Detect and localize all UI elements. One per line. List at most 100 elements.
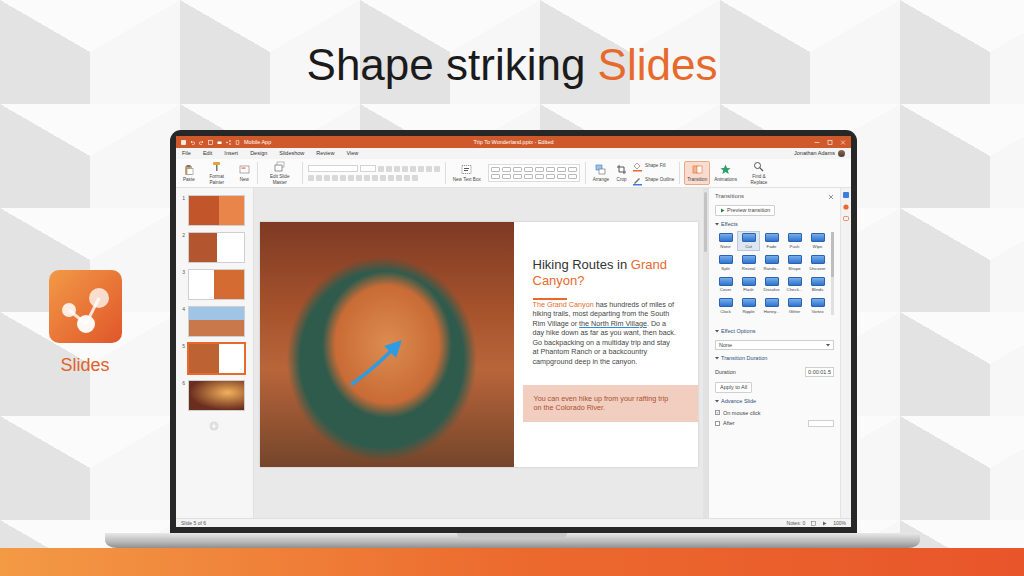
thumbnail-picture[interactable]	[188, 232, 245, 263]
menu-item[interactable]: View	[346, 150, 358, 157]
menu-item[interactable]: Review	[316, 150, 334, 157]
advance-header[interactable]: Advance Slide	[715, 398, 834, 405]
duration-header[interactable]: Transition Duration	[715, 355, 834, 362]
advance-option[interactable]: After	[715, 420, 834, 427]
shape-style[interactable]	[491, 174, 500, 179]
format-button[interactable]	[316, 175, 322, 181]
slide-body[interactable]: The Grand Canyon has hundreds of miles o…	[533, 300, 678, 367]
app-icon[interactable]	[181, 140, 186, 145]
format-button[interactable]	[426, 166, 432, 172]
menu-item[interactable]: Slideshow	[279, 150, 304, 157]
shape-style[interactable]	[513, 174, 522, 179]
shape-style[interactable]	[546, 167, 555, 172]
slide-thumbnail[interactable]: 1	[179, 195, 249, 226]
callout-box[interactable]: You can even hike up from your rafting t…	[523, 385, 698, 422]
ribbon-button[interactable]: New	[237, 162, 252, 184]
user-name[interactable]: Jonathan Adams	[794, 150, 835, 157]
menu-item[interactable]: Insert	[224, 150, 238, 157]
slide-thumbnail[interactable]: 2	[179, 232, 249, 263]
comment-icon[interactable]	[843, 216, 849, 222]
effects-scrollbar[interactable]	[831, 232, 834, 315]
shape-style[interactable]	[557, 174, 566, 179]
apply-all-button[interactable]: Apply to All	[715, 382, 752, 393]
font-name-field[interactable]	[308, 165, 358, 172]
slide-thumbnail[interactable]: 3	[179, 269, 249, 300]
shape-style[interactable]	[524, 167, 533, 172]
arrow-icon[interactable]	[348, 334, 408, 388]
effect-option[interactable]: Flash	[738, 276, 759, 294]
add-slide-icon[interactable]	[209, 421, 219, 431]
effect-option[interactable]: Shape	[784, 254, 805, 272]
effect-option[interactable]: Ripple	[738, 297, 759, 315]
shape-style[interactable]	[568, 174, 577, 179]
play-icon[interactable]	[822, 521, 827, 526]
effect-option[interactable]: Split	[715, 254, 736, 272]
shape-style[interactable]	[491, 167, 500, 172]
avatar-icon[interactable]	[838, 150, 845, 157]
format-button[interactable]	[364, 175, 370, 181]
canyon-photo[interactable]	[260, 222, 514, 467]
shape-style[interactable]	[546, 174, 555, 179]
effect-option[interactable]: Wipe	[807, 232, 828, 250]
checkbox[interactable]	[715, 410, 720, 415]
effect-option[interactable]: Push	[784, 232, 805, 250]
effect-option[interactable]: Vortex	[807, 297, 828, 315]
effect-option[interactable]: Clock	[715, 297, 736, 315]
save-icon[interactable]	[208, 140, 213, 145]
effect-option[interactable]: Cut	[738, 232, 759, 250]
effect-option[interactable]: Uncover	[807, 254, 828, 272]
format-button[interactable]	[372, 175, 378, 181]
format-button[interactable]	[378, 166, 384, 172]
shape-style[interactable]	[524, 174, 533, 179]
effect-option[interactable]: Honey...	[761, 297, 782, 315]
effect-option[interactable]: Reveal	[738, 254, 759, 272]
format-button[interactable]	[396, 175, 402, 181]
shape-style[interactable]	[568, 167, 577, 172]
ribbon-button[interactable]: New Text Box	[451, 162, 483, 184]
effect-option[interactable]: None	[715, 232, 736, 250]
shape-style[interactable]	[535, 167, 544, 172]
thumbnail-picture[interactable]	[188, 195, 245, 226]
shape-style[interactable]	[535, 174, 544, 179]
checkbox[interactable]	[715, 421, 720, 426]
format-button[interactable]	[356, 175, 362, 181]
effect-option[interactable]: Dissolve	[761, 276, 782, 294]
after-time-input[interactable]	[808, 420, 834, 427]
zoom-level[interactable]: 100%	[833, 520, 846, 526]
menu-item[interactable]: Design	[250, 150, 267, 157]
format-button[interactable]	[404, 175, 410, 181]
phone-icon[interactable]	[235, 140, 240, 145]
effect-option[interactable]: Fade	[761, 232, 782, 250]
format-button[interactable]	[412, 175, 418, 181]
slide-thumbnail[interactable]: 4	[179, 306, 249, 337]
print-icon[interactable]	[217, 140, 222, 145]
thumbnail-picture[interactable]	[188, 306, 245, 337]
ribbon-button[interactable]: Shape Outline	[632, 175, 674, 186]
ribbon-button[interactable]: Format Painter	[200, 159, 234, 186]
slide-title[interactable]: Hiking Routes in Grand Canyon?	[533, 257, 678, 289]
normal-view-icon[interactable]	[811, 521, 816, 526]
shape-gallery[interactable]	[488, 164, 580, 182]
notes-toggle[interactable]: Notes: 0	[787, 520, 806, 526]
effect-option[interactable]: Check...	[784, 276, 805, 294]
ribbon-button[interactable]: Edit Slide Master	[263, 159, 297, 186]
format-button[interactable]	[388, 175, 394, 181]
options-header[interactable]: Effect Options	[715, 328, 834, 335]
format-button[interactable]	[418, 166, 424, 172]
shape-style[interactable]	[502, 167, 511, 172]
shape-style[interactable]	[557, 167, 566, 172]
ribbon-button[interactable]: Shape Fill	[632, 161, 674, 172]
font-controls[interactable]	[308, 165, 440, 181]
slide[interactable]: Hiking Routes in Grand Canyon? The Grand…	[260, 222, 698, 467]
format-button[interactable]	[402, 166, 408, 172]
thumbnail-picture[interactable]	[188, 343, 245, 374]
format-button[interactable]	[308, 175, 314, 181]
ribbon-button[interactable]: Crop	[614, 162, 629, 184]
ribbon-button[interactable]: Animations	[712, 162, 739, 184]
minimize-icon[interactable]	[814, 140, 820, 145]
thumbnail-picture[interactable]	[188, 380, 245, 411]
format-button[interactable]	[332, 175, 338, 181]
properties-icon[interactable]	[843, 192, 849, 198]
format-button[interactable]	[324, 175, 330, 181]
format-button[interactable]	[348, 175, 354, 181]
